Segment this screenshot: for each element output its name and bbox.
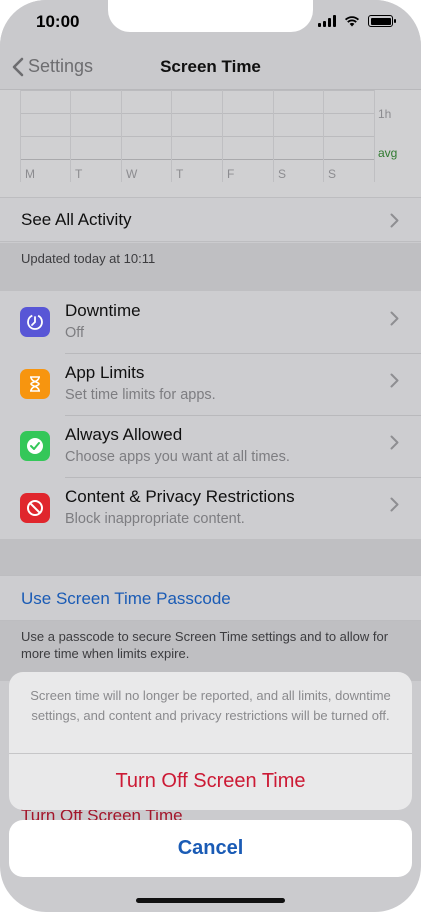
section-gap [0, 539, 421, 575]
chart-gridline [171, 90, 172, 182]
chart-gridline [374, 90, 375, 182]
checkmark-badge-icon [20, 431, 50, 461]
turn-off-screen-time-button[interactable]: Turn Off Screen Time [9, 753, 412, 810]
page-title: Screen Time [160, 57, 261, 76]
chart-gridline [20, 90, 375, 91]
chart-gridline [70, 90, 71, 182]
home-indicator[interactable] [136, 898, 285, 903]
cellular-signal-icon [318, 15, 336, 27]
chevron-right-icon [390, 497, 399, 512]
chevron-right-icon [390, 373, 399, 388]
action-sheet: Screen time will no longer be reported, … [9, 672, 412, 810]
chevron-right-icon [390, 213, 399, 228]
chart-gridline [121, 90, 122, 182]
list-item-downtime[interactable]: Downtime Off [0, 291, 421, 353]
see-all-activity-row[interactable]: See All Activity [0, 198, 421, 242]
chart-day-label: S [328, 167, 337, 181]
chart-day-label: W [126, 167, 138, 181]
cancel-button[interactable]: Cancel [9, 820, 412, 877]
phone-screen: 10:00 Settings Screen Time M T W T F S S… [0, 0, 421, 912]
wifi-icon [344, 16, 360, 27]
chart-1h-label: 1h [378, 107, 392, 121]
see-all-activity-label: See All Activity [21, 210, 132, 229]
list-item-title: Content & Privacy Restrictions [65, 487, 295, 506]
chevron-right-icon [390, 311, 399, 326]
list-item-subtitle: Off [65, 325, 85, 341]
chart-gridline [222, 90, 223, 182]
screen-time-options-list: Downtime Off App Limits Set time limits … [0, 291, 421, 539]
chart-avg-label: avg [378, 146, 398, 160]
chevron-right-icon [390, 435, 399, 450]
passcode-row[interactable]: Use Screen Time Passcode [0, 575, 421, 621]
status-time: 10:00 [36, 12, 80, 31]
list-item-content-privacy[interactable]: Content & Privacy Restrictions Block ina… [0, 477, 421, 539]
chart-day-label: M [25, 167, 35, 181]
chart-gridline [20, 136, 375, 137]
usage-chart[interactable]: M T W T F S S 1h avg [0, 90, 421, 198]
chart-baseline [20, 159, 375, 160]
status-icons [318, 15, 396, 27]
chart-day-label: T [176, 167, 184, 181]
action-sheet-message: Screen time will no longer be reported, … [30, 688, 391, 723]
chart-day-label: T [75, 167, 83, 181]
chart-gridline [20, 90, 21, 182]
chart-gridline [273, 90, 274, 182]
restriction-icon [20, 493, 50, 523]
list-item-title: Always Allowed [65, 425, 183, 444]
status-bar: 10:00 [0, 0, 421, 46]
list-item-always-allowed[interactable]: Always Allowed Choose apps you want at a… [0, 415, 421, 477]
chart-day-label: S [278, 167, 287, 181]
list-item-title: Downtime [65, 301, 141, 320]
chart-gridline [323, 90, 324, 182]
passcode-footer-text: Use a passcode to secure Screen Time set… [21, 629, 389, 661]
notch [108, 0, 313, 32]
list-item-title: App Limits [65, 363, 145, 382]
list-item-subtitle: Choose apps you want at all times. [65, 449, 290, 465]
chart-gridline [20, 113, 375, 114]
battery-icon [368, 15, 396, 27]
updated-section: Updated today at 10:11 [0, 243, 421, 291]
updated-text: Updated today at 10:11 [21, 251, 156, 266]
use-passcode-link[interactable]: Use Screen Time Passcode [21, 589, 231, 609]
list-item-app-limits[interactable]: App Limits Set time limits for apps. [0, 353, 421, 415]
navigation-bar: Settings Screen Time [0, 46, 421, 90]
list-item-subtitle: Set time limits for apps. [65, 387, 216, 403]
list-item-subtitle: Block inappropriate content. [65, 511, 245, 527]
downtime-icon [20, 307, 50, 337]
hourglass-icon [20, 369, 50, 399]
chart-day-label: F [227, 167, 235, 181]
